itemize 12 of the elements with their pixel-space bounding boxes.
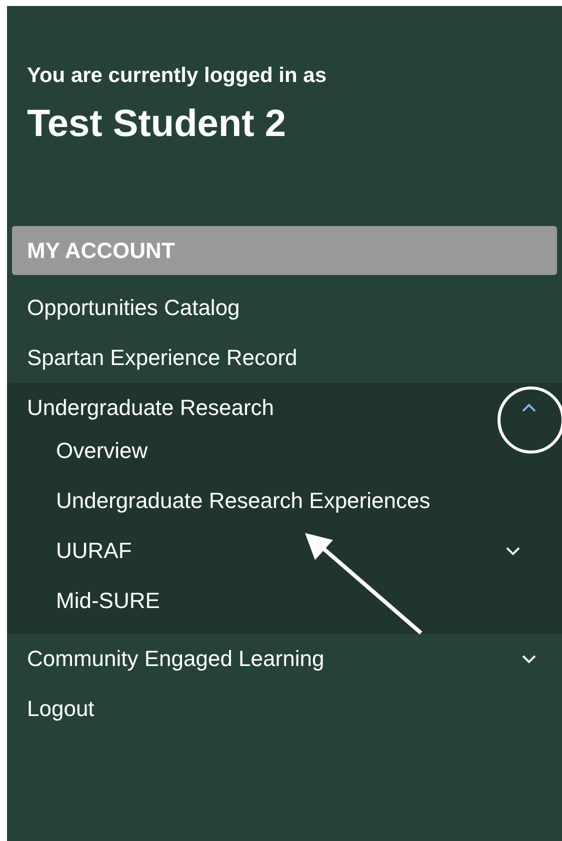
menu-link[interactable]: Opportunities Catalog (27, 295, 240, 321)
menu-link[interactable]: Spartan Experience Record (27, 345, 298, 371)
menu-link[interactable]: Undergraduate Research Experiences (56, 488, 430, 514)
menu-link[interactable]: UURAF (56, 538, 132, 564)
menu-link[interactable]: Undergraduate Research (27, 394, 274, 420)
menu-link[interactable]: Logout (27, 696, 94, 722)
login-intro: You are currently logged in as (27, 63, 328, 89)
menu-link[interactable]: Mid-SURE (56, 588, 160, 614)
menu-link[interactable]: Community Engaged Learning (27, 646, 324, 672)
menu-link[interactable]: Overview (56, 438, 148, 464)
section-header: MY ACCOUNT (12, 226, 557, 275)
user-name: Test Student 2 (27, 102, 287, 146)
